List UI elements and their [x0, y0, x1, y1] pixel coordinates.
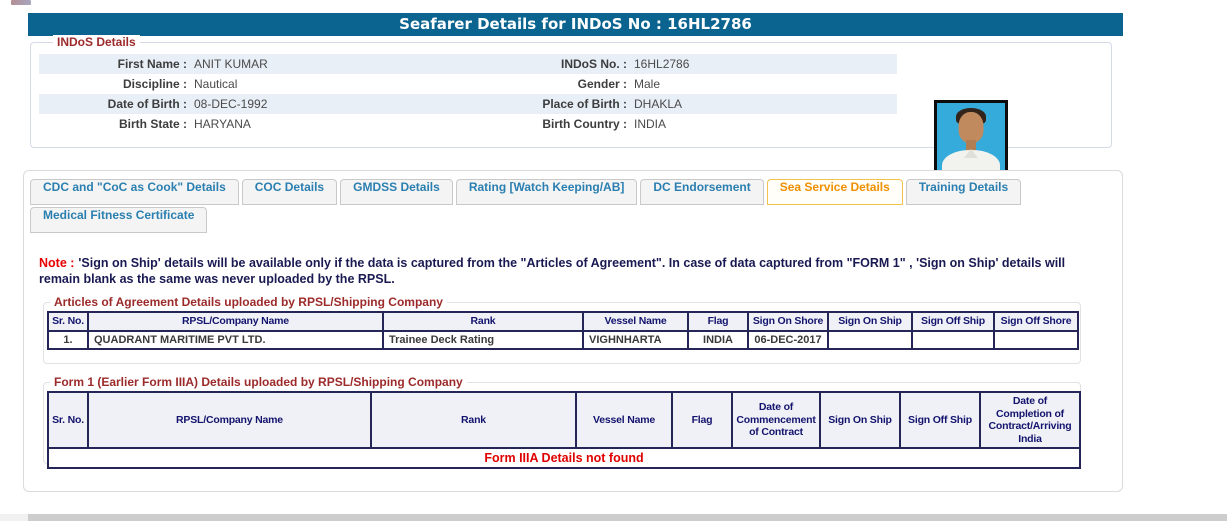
tab-bar-row-1: CDC and "CoC as Cook" DetailsCOC Details… [30, 179, 1021, 205]
field-value: DHAKLA [627, 94, 897, 114]
column-header-sr-no: Sr. No. [48, 312, 88, 331]
field-label: Place of Birth : [482, 94, 627, 114]
indos-details-rows: First Name :ANIT KUMARINDoS No. :16HL278… [39, 54, 897, 134]
tab-gmdss-details[interactable]: GMDSS Details [340, 179, 453, 205]
articles-caption: Articles of Agreement Details uploaded b… [50, 295, 447, 309]
table-cell: 1. [48, 331, 88, 349]
field-value: 08-DEC-1992 [187, 94, 482, 114]
field-label: Birth Country : [482, 114, 627, 134]
column-header-sr-no: Sr. No. [48, 392, 88, 448]
field-value: INDIA [627, 114, 897, 134]
table-cell: QUADRANT MARITIME PVT LTD. [88, 331, 383, 349]
column-header-sign-on-ship: Sign On Ship [828, 312, 912, 331]
page-title-bar: Seafarer Details for INDoS No : 16HL2786 [28, 13, 1123, 36]
note-body: 'Sign on Ship' details will be available… [39, 256, 1065, 286]
column-header-rpsl-company-name: RPSL/Company Name [88, 392, 371, 448]
articles-table: Sr. No.RPSL/Company NameRankVessel NameF… [47, 311, 1079, 350]
field-label: First Name : [39, 54, 187, 74]
column-header-sign-off-ship: Sign Off Ship [912, 312, 994, 331]
page-title: Seafarer Details for INDoS No : 16HL2786 [399, 15, 752, 33]
field-value: ANIT KUMAR [187, 54, 482, 74]
column-header-sign-off-shore: Sign Off Shore [994, 312, 1078, 331]
tab-dc-endorsement[interactable]: DC Endorsement [640, 179, 763, 205]
page-top-artifact [11, 0, 31, 5]
table-header-row: Sr. No.RPSL/Company NameRankVessel NameF… [48, 392, 1080, 448]
indos-details-section: INDoS Details First Name :ANIT KUMARINDo… [30, 42, 1112, 148]
table-cell: VIGHNHARTA [583, 331, 688, 349]
column-header-rpsl-company-name: RPSL/Company Name [88, 312, 383, 331]
table-empty-row: Form IIIA Details not found [48, 448, 1080, 468]
tab-coc-details[interactable]: COC Details [242, 179, 337, 205]
photo-collar-shape [964, 149, 978, 158]
tab-cdc-and-coc-as-cook-details[interactable]: CDC and "CoC as Cook" Details [30, 179, 239, 205]
column-header-date-of-completion-of-contract-arriving-india: Date of Completion of Contract/Arriving … [980, 392, 1080, 448]
table-header-row: Sr. No.RPSL/Company NameRankVessel NameF… [48, 312, 1078, 331]
table-cell [828, 331, 912, 349]
field-label: Date of Birth : [39, 94, 187, 114]
column-header-flag: Flag [672, 392, 732, 448]
table-cell [912, 331, 994, 349]
field-value: Nautical [187, 74, 482, 94]
form1-caption: Form 1 (Earlier Form IIIA) Details uploa… [50, 375, 467, 389]
horizontal-scrollbar-thumb[interactable] [28, 514, 1227, 521]
tab-bar-row-2: Medical Fitness Certificate [30, 207, 207, 233]
column-header-sign-on-shore: Sign On Shore [748, 312, 828, 331]
seafarer-details-page: Seafarer Details for INDoS No : 16HL2786… [0, 0, 1227, 521]
tab-rating-watch-keeping-ab[interactable]: Rating [Watch Keeping/AB] [456, 179, 638, 205]
table-cell: Trainee Deck Rating [383, 331, 583, 349]
photo-head-shape [959, 112, 984, 143]
horizontal-scrollbar[interactable] [0, 514, 1227, 521]
column-header-rank: Rank [371, 392, 576, 448]
articles-of-agreement-section: Articles of Agreement Details uploaded b… [43, 302, 1081, 364]
note-prefix: Note : [39, 256, 74, 270]
note-text: Note :'Sign on Ship' details will be ava… [39, 256, 1091, 287]
column-header-sign-off-ship: Sign Off Ship [900, 392, 980, 448]
column-header-date-of-commencement-of-contract: Date of Commencement of Contract [732, 392, 820, 448]
indos-detail-row: First Name :ANIT KUMARINDoS No. :16HL278… [39, 54, 897, 74]
column-header-sign-on-ship: Sign On Ship [820, 392, 900, 448]
field-value: HARYANA [187, 114, 482, 134]
field-value: Male [627, 74, 897, 94]
form1-section: Form 1 (Earlier Form IIIA) Details uploa… [43, 382, 1081, 464]
column-header-vessel-name: Vessel Name [576, 392, 672, 448]
column-header-flag: Flag [688, 312, 748, 331]
tab-medical-fitness-certificate[interactable]: Medical Fitness Certificate [30, 207, 207, 233]
table-cell: INDIA [688, 331, 748, 349]
column-header-vessel-name: Vessel Name [583, 312, 688, 331]
field-value: 16HL2786 [627, 54, 897, 74]
table-empty-message: Form IIIA Details not found [48, 448, 1080, 468]
form1-table: Sr. No.RPSL/Company NameRankVessel NameF… [47, 391, 1081, 469]
indos-detail-row: Birth State :HARYANABirth Country :INDIA [39, 114, 897, 134]
tab-training-details[interactable]: Training Details [906, 179, 1021, 205]
field-label: Discipline : [39, 74, 187, 94]
table-row: 1.QUADRANT MARITIME PVT LTD.Trainee Deck… [48, 331, 1078, 349]
field-label: Gender : [482, 74, 627, 94]
table-cell: 06-DEC-2017 [748, 331, 828, 349]
tab-content-container: CDC and "CoC as Cook" DetailsCOC Details… [23, 170, 1123, 492]
tab-sea-service-details[interactable]: Sea Service Details [767, 179, 903, 205]
table-cell [994, 331, 1078, 349]
indos-detail-row: Discipline :NauticalGender :Male [39, 74, 897, 94]
field-label: INDoS No. : [482, 54, 627, 74]
field-label: Birth State : [39, 114, 187, 134]
indos-detail-row: Date of Birth :08-DEC-1992Place of Birth… [39, 94, 897, 114]
indos-details-legend: INDoS Details [53, 35, 140, 49]
column-header-rank: Rank [383, 312, 583, 331]
